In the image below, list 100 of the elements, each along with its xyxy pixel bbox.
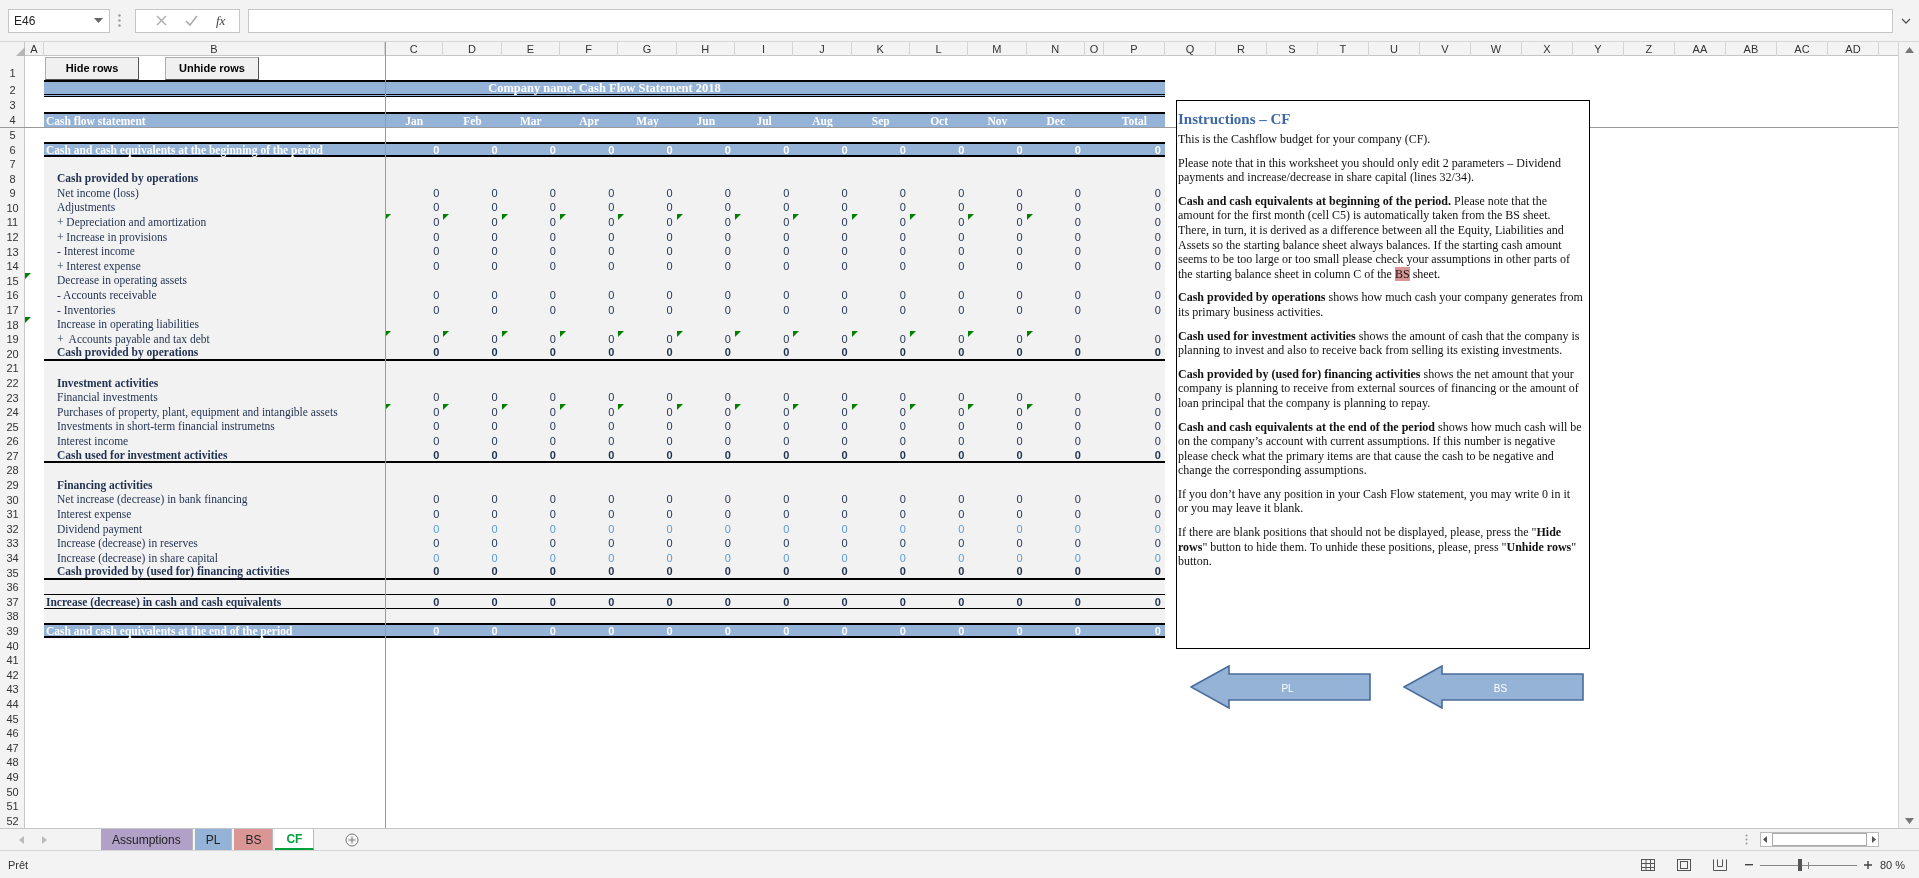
column-header[interactable]: Q [1164,42,1216,56]
row-header[interactable]: 38 [0,610,25,624]
row-header[interactable]: 33 [0,537,25,551]
row-header[interactable]: 49 [0,770,25,784]
check-icon[interactable] [185,15,198,26]
row-header[interactable]: 3 [0,99,25,112]
column-header[interactable]: V [1419,42,1471,56]
column-header[interactable]: G [618,42,677,56]
column-header[interactable]: M [968,42,1027,56]
slider-thumb[interactable] [1797,858,1802,871]
page-break-icon[interactable] [1712,858,1727,871]
row-header[interactable]: 22 [0,376,25,390]
row-header[interactable]: 40 [0,639,25,653]
column-header[interactable]: AC [1776,42,1828,56]
add-sheet-icon[interactable] [345,832,360,847]
row-header[interactable]: 34 [0,552,25,566]
zoom-out-icon[interactable] [1744,863,1753,866]
column-header[interactable]: F [560,42,619,56]
row-header[interactable]: 5 [0,129,25,142]
macro-button[interactable]: Unhide rows [165,56,259,80]
row-header[interactable]: 4 [0,114,25,127]
column-header[interactable]: X [1521,42,1573,56]
row-header[interactable]: 32 [0,522,25,536]
row-header[interactable]: 37 [0,595,25,609]
column-header[interactable]: S [1266,42,1318,56]
column-header[interactable]: L [909,42,969,56]
row-header[interactable]: 29 [0,479,25,493]
row-header[interactable]: 27 [0,449,25,463]
sheet-tab[interactable]: Assumptions [101,829,193,850]
row-header[interactable]: 26 [0,435,25,449]
row-header[interactable]: 43 [0,683,25,697]
row-header[interactable]: 50 [0,785,25,799]
column-header[interactable]: Z [1623,42,1675,56]
column-header[interactable]: W [1470,42,1522,56]
column-header[interactable]: AB [1725,42,1777,56]
row-header[interactable]: 7 [0,158,25,171]
column-header[interactable]: H [676,42,735,56]
scroll-left-icon[interactable] [1763,836,1767,843]
zoom-slider[interactable] [1759,858,1857,871]
row-header[interactable]: 1 [0,67,25,80]
row-header[interactable]: 52 [0,814,25,828]
row-header[interactable]: 30 [0,493,25,507]
row-header[interactable]: 25 [0,420,25,434]
row-header[interactable]: 10 [0,201,25,215]
column-header[interactable]: AD [1827,42,1879,56]
scroll-right-icon[interactable] [1872,836,1876,843]
row-header[interactable]: 23 [0,391,25,405]
row-header[interactable]: 46 [0,727,25,741]
column-header[interactable]: K [851,42,910,56]
column-header[interactable]: T [1317,42,1369,56]
column-header[interactable]: O [1084,42,1104,56]
insert-function-button[interactable]: fx [216,12,226,29]
column-header[interactable]: J [793,42,852,56]
row-header[interactable]: 31 [0,508,25,522]
zoom-level[interactable]: 80 % [1879,858,1905,871]
scroll-up-icon[interactable] [1904,47,1914,53]
row-header[interactable]: 15 [0,274,25,288]
normal-view-icon[interactable] [1640,858,1655,871]
column-header[interactable]: D [443,42,502,56]
row-header[interactable]: 42 [0,668,25,682]
row-header[interactable]: 16 [0,289,25,303]
vertical-scrollbar[interactable] [1898,42,1919,828]
row-header[interactable]: 45 [0,712,25,726]
row-header[interactable]: 19 [0,333,25,347]
row-header[interactable]: 28 [0,464,25,478]
row-header[interactable]: 14 [0,260,25,274]
column-header[interactable]: U [1368,42,1420,56]
row-header[interactable]: 17 [0,303,25,317]
column-header[interactable]: AA [1674,42,1726,56]
caret-icon[interactable] [94,18,103,23]
name-box[interactable]: E46 [8,8,110,33]
row-header[interactable]: 39 [0,625,25,638]
row-header[interactable]: 24 [0,406,25,420]
column-header[interactable]: E [501,42,560,56]
sheet-tab[interactable]: BS [234,829,274,850]
column-header[interactable]: A [25,42,44,56]
row-header[interactable]: 9 [0,187,25,201]
column-header[interactable]: N [1026,42,1085,56]
row-header[interactable]: 47 [0,741,25,755]
page-layout-icon[interactable] [1676,858,1691,871]
formula-field[interactable] [248,8,1893,33]
row-header[interactable]: 48 [0,756,25,770]
row-header[interactable]: 20 [0,347,25,361]
row-header[interactable]: 35 [0,566,25,580]
row-header[interactable]: 13 [0,245,25,259]
row-header[interactable]: 41 [0,654,25,668]
horizontal-scrollbar[interactable] [1760,832,1879,847]
row-header[interactable]: 51 [0,800,25,814]
row-header[interactable]: 36 [0,581,25,595]
row-header[interactable]: 6 [0,144,25,157]
column-header[interactable]: Y [1572,42,1624,56]
column-header[interactable]: P [1103,42,1165,56]
column-header[interactable]: I [734,42,794,56]
row-header[interactable]: 11 [0,216,25,230]
row-header[interactable]: 12 [0,230,25,244]
column-header[interactable]: R [1215,42,1267,56]
chevron-down-icon[interactable] [1901,17,1911,24]
row-header[interactable]: 18 [0,318,25,332]
row-header[interactable]: 21 [0,362,25,376]
zoom-in-icon[interactable] [1863,860,1872,869]
